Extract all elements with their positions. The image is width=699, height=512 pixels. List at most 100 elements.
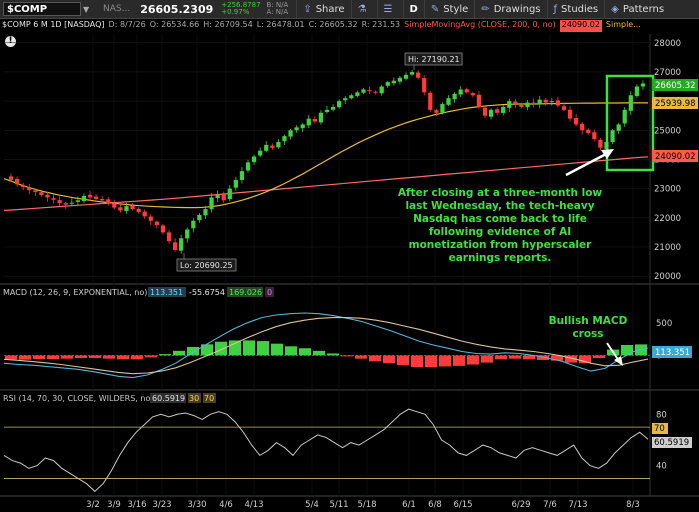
- date-tick-label: 8/3: [626, 500, 640, 510]
- candle-body: [136, 208, 141, 212]
- candle-body: [409, 71, 415, 75]
- date-tick-label: 7/13: [568, 500, 587, 510]
- macd-histogram-bar: [145, 355, 157, 358]
- candle-body: [233, 179, 238, 188]
- share-button[interactable]: ⇪ Share: [296, 0, 350, 18]
- candle-body: [87, 194, 93, 198]
- macd-histogram-bar: [187, 346, 199, 356]
- macd-histogram-bar: [341, 355, 353, 357]
- macd-histogram-bar: [117, 355, 129, 360]
- sliders-icon: ☰: [383, 3, 393, 15]
- macd-histogram-bar: [159, 354, 171, 356]
- macd-histogram-bar: [5, 355, 17, 360]
- candle-body: [349, 95, 354, 99]
- annotation-line: Nasdaq has come back to life: [413, 213, 587, 225]
- share-icon: ⇪: [303, 3, 312, 15]
- candle-body: [580, 123, 585, 131]
- candle-body: [33, 190, 38, 193]
- candle-body: [531, 102, 536, 105]
- rsi-value: 60.5919: [152, 394, 185, 403]
- candle-body: [306, 118, 311, 126]
- candle-body: [124, 206, 129, 211]
- studies-button[interactable]: ƒ Studies: [546, 0, 605, 18]
- date-tick-label: 5/4: [305, 500, 319, 510]
- candle-body: [172, 242, 178, 250]
- settings-button[interactable]: ☰: [376, 0, 403, 18]
- macd-histogram-bar: [229, 340, 241, 356]
- candle-body: [343, 98, 348, 101]
- candle-body: [513, 101, 518, 105]
- candle-body: [221, 194, 226, 201]
- candle-body: [160, 225, 166, 233]
- candle-body: [251, 156, 257, 163]
- period-button[interactable]: D: [402, 0, 424, 18]
- candle-body: [586, 129, 591, 134]
- style-button[interactable]: ✎ Style: [423, 0, 475, 18]
- candle-body: [458, 89, 463, 95]
- macd-histogram-bar: [621, 344, 633, 356]
- rsi-tick-label: 40: [656, 462, 667, 472]
- symbol-input[interactable]: $COMP: [3, 2, 81, 16]
- annotation-line: monetization from hyperscaler: [409, 239, 593, 251]
- candle-body: [567, 109, 573, 119]
- macd-histogram-bar: [369, 355, 381, 362]
- candle-body: [422, 78, 427, 93]
- candle-body: [337, 101, 342, 108]
- flask-icon: ⚗: [357, 3, 367, 15]
- chevron-down-icon[interactable]: ▼: [83, 2, 95, 16]
- rsi-os: 70: [204, 394, 214, 403]
- candle-body: [203, 209, 208, 216]
- candle-body: [555, 100, 561, 106]
- macd-histogram-bar: [243, 340, 255, 356]
- macd-avg: -55.6754: [189, 288, 225, 297]
- macd-histogram-bar: [19, 355, 31, 360]
- candle-body: [501, 106, 506, 113]
- candle-body: [142, 211, 147, 217]
- price-tick-label: 21000: [654, 243, 681, 253]
- candle-body: [148, 216, 153, 221]
- candle-body: [288, 130, 293, 137]
- macd-histogram-bar: [509, 355, 521, 359]
- candle-body: [495, 109, 500, 113]
- macd-tick-label: 500: [656, 319, 672, 329]
- candle-body: [428, 92, 433, 110]
- macd-histogram-bar: [523, 355, 535, 360]
- flask-button[interactable]: ⚗: [350, 0, 377, 18]
- date-tick-label: 4/13: [244, 500, 263, 510]
- drawings-button[interactable]: ✏ Drawings: [474, 0, 546, 18]
- candle-body: [452, 93, 457, 100]
- macd-zero: 0: [267, 288, 272, 297]
- candle-body: [391, 80, 396, 84]
- chart-canvas[interactable]: 2000021000220002300024000250002600027000…: [0, 18, 699, 512]
- share-label: Share: [315, 3, 345, 15]
- macd-diff: 169.026: [229, 288, 262, 297]
- macd-value: 113.351: [150, 288, 183, 297]
- candle-body: [324, 109, 330, 113]
- annotation-line: following evidence of AI: [429, 226, 571, 238]
- candle-body: [519, 104, 524, 107]
- macd-histogram-bar: [271, 343, 283, 356]
- candle-body: [549, 101, 554, 103]
- patterns-button[interactable]: ◈ Patterns: [604, 0, 670, 18]
- date-tick-label: 6/15: [453, 500, 472, 510]
- annotation-arrow: [565, 151, 609, 177]
- sma50-badge-text: 25939.98: [655, 99, 696, 109]
- candle-body: [63, 203, 68, 205]
- candle-body: [45, 194, 50, 198]
- candle-body: [403, 74, 409, 79]
- candle-body: [51, 198, 56, 200]
- bid-ask: B: N/A A: N/A: [267, 2, 289, 16]
- candle-body: [446, 98, 451, 105]
- candle-body: [355, 92, 360, 96]
- candle-body: [318, 112, 324, 123]
- macd-histogram-bar: [439, 355, 451, 367]
- candle-body: [440, 104, 445, 113]
- macd-histogram-bar: [411, 355, 423, 368]
- candle-body: [81, 195, 87, 202]
- macd-histogram-bar: [453, 355, 465, 366]
- price-tick-label: 20000: [654, 272, 681, 282]
- macd-histogram-bar: [173, 350, 185, 356]
- annotation-line: After closing at a three-month low: [398, 187, 603, 199]
- candle-body: [300, 124, 305, 129]
- candle-body: [470, 93, 475, 96]
